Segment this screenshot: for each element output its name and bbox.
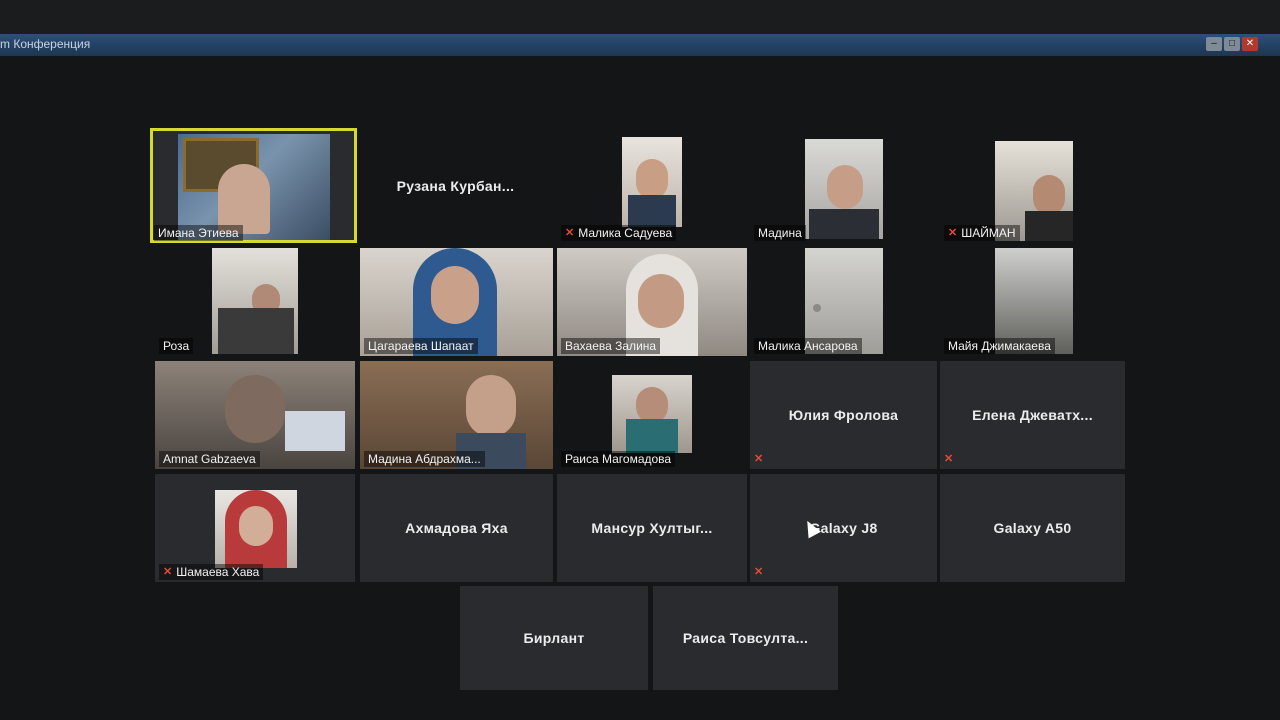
participant-figure — [827, 165, 863, 209]
participant-tile[interactable]: Цагараева Шапаат — [360, 248, 553, 356]
participant-clothing — [218, 308, 294, 354]
participant-name: Имана Этиева — [154, 225, 243, 241]
participant-clothing — [285, 411, 345, 451]
participant-figure — [636, 159, 668, 199]
participant-tile[interactable]: Малика Ансарова — [750, 248, 937, 356]
gallery-view: Имана Этиева Рузана Курбан... ✕ Малика Са… — [0, 56, 1280, 720]
participant-name: Майя Джимакаева — [944, 338, 1055, 354]
window-title: m Конференция — [0, 37, 91, 51]
microphone-muted-icon: ✕ — [754, 566, 764, 578]
participant-name: Цагараева Шапаат — [364, 338, 478, 354]
participant-name: Мадина Абдрахма... — [364, 451, 485, 467]
participant-tile[interactable]: Amnat Gabzaeva — [155, 361, 355, 469]
participant-name: Елена Джеватх... — [972, 407, 1093, 423]
participant-figure — [225, 375, 285, 443]
participant-tile[interactable]: Елена Джеватх... ✕ — [940, 361, 1125, 469]
participant-tile[interactable]: ✕ Шамаева Хава — [155, 474, 355, 582]
participant-tile[interactable]: Мадина — [750, 128, 937, 243]
participant-tile[interactable]: Майя Джимакаева — [940, 248, 1125, 356]
participant-tile[interactable]: Бирлант — [460, 586, 648, 690]
participant-name: Galaxy J8 — [809, 520, 878, 536]
window-titlebar: m Конференция – □ ✕ — [0, 34, 1280, 56]
participant-video — [212, 248, 298, 354]
participant-name: Роза — [159, 338, 194, 354]
participant-name: Малика Ансарова — [754, 338, 862, 354]
microphone-muted-icon: ✕ — [565, 227, 575, 239]
participant-name: ✕ Малика Садуева — [561, 225, 677, 241]
door-handle — [813, 304, 821, 312]
participant-name: Мансур Хултыг... — [591, 520, 713, 536]
participant-figure — [638, 274, 684, 328]
window-controls: – □ ✕ — [1206, 37, 1258, 51]
participant-tile[interactable]: ✕ Малика Садуева — [557, 128, 747, 243]
participant-figure — [466, 375, 516, 437]
microphone-muted-icon: ✕ — [163, 566, 173, 578]
participant-tile[interactable]: Раиса Магомадова — [557, 361, 747, 469]
participant-name: Ахмадова Яха — [405, 520, 508, 536]
participant-name: Рузана Курбан... — [396, 177, 515, 194]
participant-video — [215, 490, 297, 568]
maximize-button[interactable]: □ — [1224, 37, 1240, 51]
participant-clothing — [1025, 211, 1073, 241]
participant-tile[interactable]: Юлия Фролова ✕ — [750, 361, 937, 469]
participant-clothing — [628, 195, 676, 227]
participant-tile[interactable]: Имана Этиева — [150, 128, 357, 243]
participant-name: Юлия Фролова — [788, 407, 899, 423]
participant-clothing — [809, 209, 879, 239]
participant-name: Бирлант — [523, 630, 585, 646]
participant-name: Amnat Gabzaeva — [159, 451, 260, 467]
participant-clothing — [626, 419, 678, 453]
participant-tile[interactable]: Galaxy J8 ✕ — [750, 474, 937, 582]
participant-name: Раиса Магомадова — [561, 451, 676, 467]
participant-tile[interactable]: Мадина Абдрахма... — [360, 361, 553, 469]
participant-name: Galaxy A50 — [993, 520, 1072, 536]
participant-video — [805, 139, 883, 239]
participant-tile[interactable]: Мансур Хултыг... — [557, 474, 747, 582]
participant-tile[interactable]: Ахмадова Яха — [360, 474, 553, 582]
participant-name: Вахаева Залина — [561, 338, 661, 354]
participant-figure — [239, 506, 273, 546]
participant-figure — [1033, 175, 1065, 215]
microphone-muted-icon: ✕ — [944, 453, 954, 465]
participant-name: ✕ ШАЙМАН — [944, 225, 1020, 241]
participant-figure — [636, 387, 668, 423]
participant-tile[interactable]: ✕ ШАЙМАН — [940, 128, 1125, 243]
participant-video — [612, 375, 692, 453]
participant-figure — [218, 164, 270, 234]
participant-tile[interactable]: Роза — [155, 248, 355, 356]
microphone-muted-icon: ✕ — [948, 227, 958, 239]
participant-name: ✕ Шамаева Хава — [159, 564, 264, 580]
participant-name: Мадина — [754, 225, 806, 241]
participant-figure — [431, 266, 479, 324]
participant-video — [622, 137, 682, 227]
participant-tile[interactable]: Раиса Товсулта... — [653, 586, 838, 690]
minimize-button[interactable]: – — [1206, 37, 1222, 51]
monitor-bezel — [0, 0, 1280, 34]
close-button[interactable]: ✕ — [1242, 37, 1258, 51]
microphone-muted-icon: ✕ — [754, 453, 764, 465]
participant-tile[interactable]: Вахаева Залина — [557, 248, 747, 356]
participant-name: Раиса Товсулта... — [682, 630, 809, 646]
participant-tile[interactable]: Рузана Курбан... — [358, 128, 553, 243]
participant-tile[interactable]: Galaxy A50 — [940, 474, 1125, 582]
